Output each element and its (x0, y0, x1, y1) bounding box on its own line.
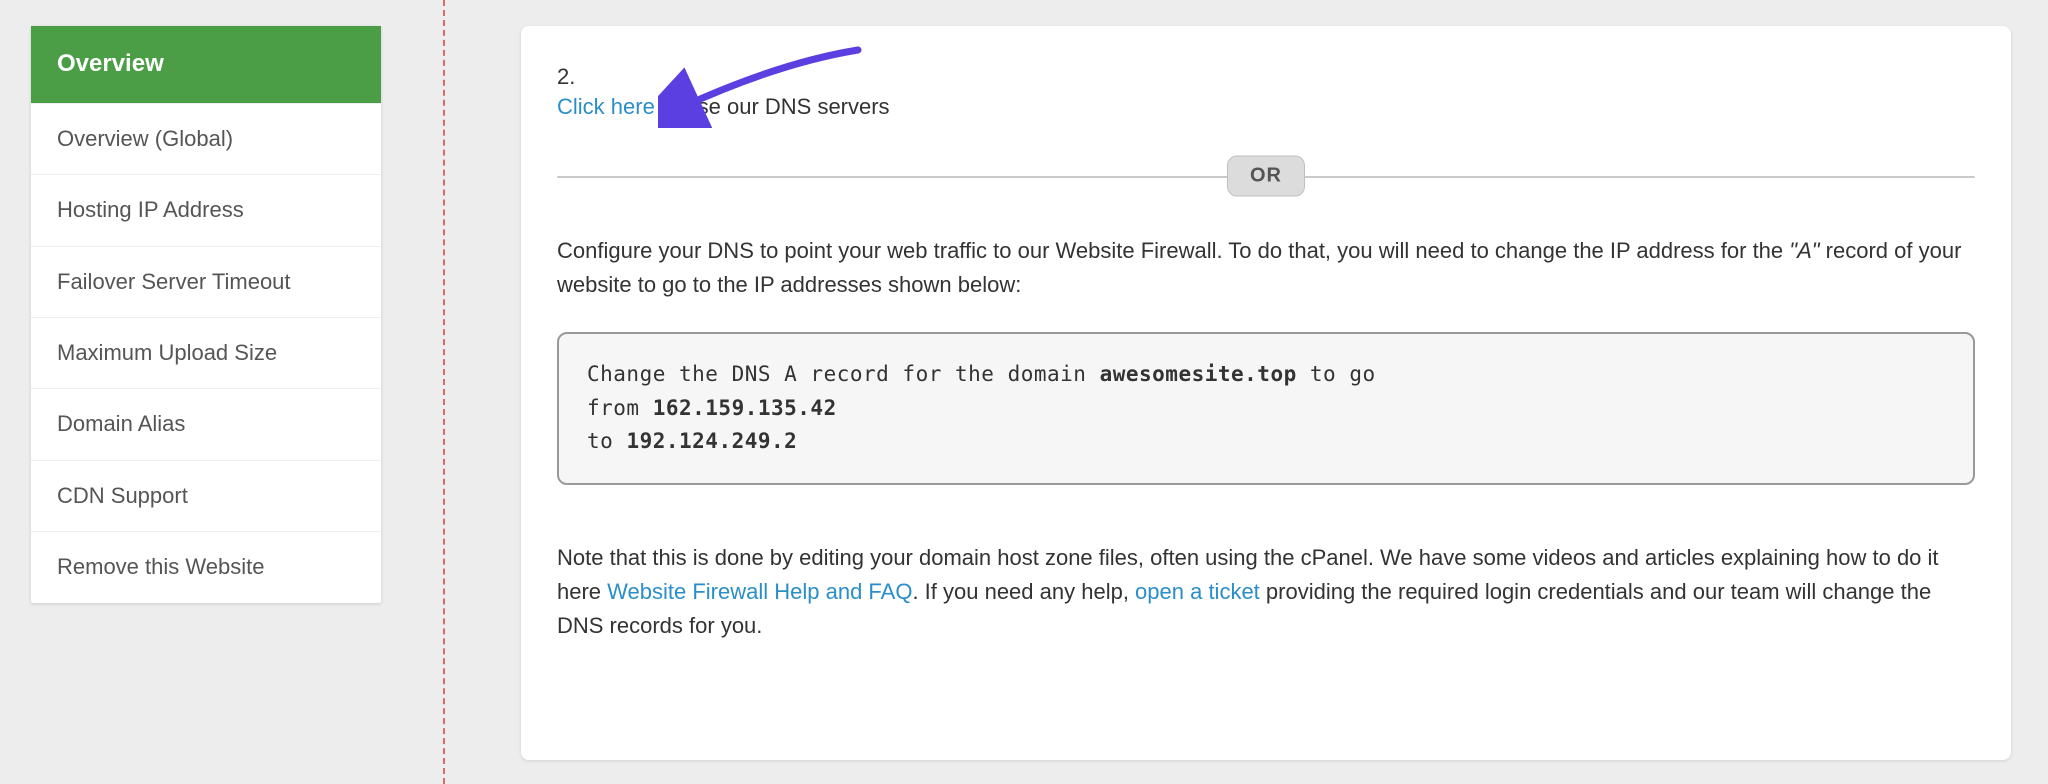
desc-pre: Configure your DNS to point your web tra… (557, 238, 1789, 263)
dns-code-box: Change the DNS A record for the domain a… (557, 332, 1975, 485)
dns-description: Configure your DNS to point your web tra… (557, 234, 1975, 302)
sidebar-item-label: Maximum Upload Size (57, 340, 277, 365)
sidebar-item-hosting-ip[interactable]: Hosting IP Address (31, 175, 381, 246)
main-panel: 2. Click here to use our DNS servers OR … (521, 26, 2011, 760)
sidebar-item-label: CDN Support (57, 483, 188, 508)
sidebar-item-overview-global[interactable]: Overview (Global) (31, 104, 381, 175)
help-faq-link[interactable]: Website Firewall Help and FAQ (607, 579, 912, 604)
code-l2-b: 162.159.135.42 (653, 396, 837, 420)
open-ticket-link[interactable]: open a ticket (1135, 579, 1260, 604)
desc-ital: "A" (1789, 238, 1819, 263)
sidebar-item-label: Overview (Global) (57, 126, 233, 151)
code-l3-b: 192.124.249.2 (626, 429, 797, 453)
sidebar-item-domain-alias[interactable]: Domain Alias (31, 389, 381, 460)
code-l1-b: awesomesite.top (1100, 362, 1297, 386)
sidebar-item-max-upload[interactable]: Maximum Upload Size (31, 318, 381, 389)
sidebar: Overview Overview (Global) Hosting IP Ad… (31, 26, 381, 603)
step-line-tail: to use our DNS servers (655, 94, 890, 119)
code-l1-pre: Change the DNS A record for the domain (587, 362, 1100, 386)
note-2: . If you need any help, (912, 579, 1135, 604)
step-number: 2. (557, 64, 1975, 90)
sidebar-item-remove-website[interactable]: Remove this Website (31, 532, 381, 602)
annotation-dashed-line (443, 0, 445, 784)
sidebar-item-cdn-support[interactable]: CDN Support (31, 461, 381, 532)
code-l1-post: to go (1297, 362, 1376, 386)
code-l2-pre: from (587, 396, 653, 420)
sidebar-item-label: Remove this Website (57, 554, 264, 579)
sidebar-item-label: Hosting IP Address (57, 197, 244, 222)
sidebar-item-failover-timeout[interactable]: Failover Server Timeout (31, 247, 381, 318)
sidebar-item-label: Failover Server Timeout (57, 269, 291, 294)
sidebar-item-label: Overview (57, 50, 164, 77)
sidebar-item-label: Domain Alias (57, 411, 185, 436)
code-l3-pre: to (587, 429, 626, 453)
sidebar-item-overview[interactable]: Overview (31, 26, 381, 104)
note-text: Note that this is done by editing your d… (557, 541, 1975, 643)
click-here-link[interactable]: Click here (557, 94, 655, 119)
step-line: Click here to use our DNS servers (557, 94, 1975, 120)
or-pill: OR (1227, 156, 1305, 197)
or-divider: OR (557, 156, 1975, 196)
